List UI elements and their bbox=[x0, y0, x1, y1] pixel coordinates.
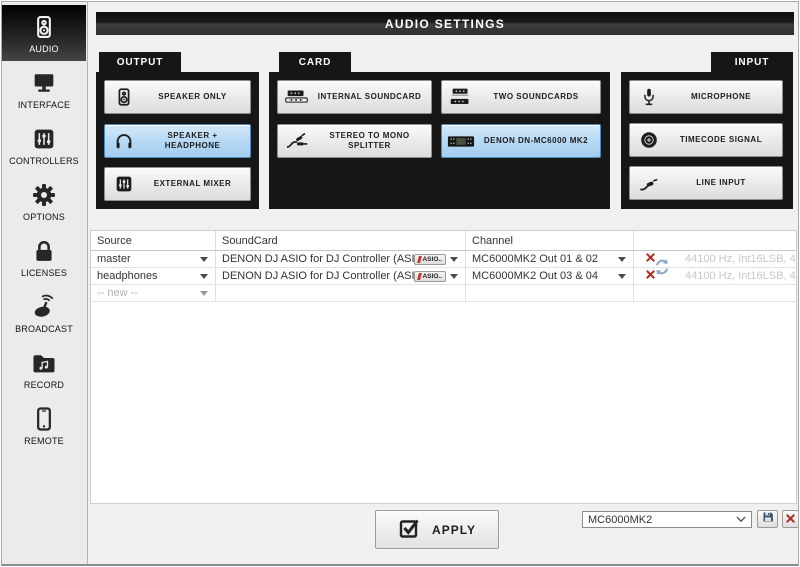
monitor-icon bbox=[30, 69, 58, 97]
audio-settings-window: AUDIO INTERFACE CONTROLLERS OPTIONS LICE bbox=[1, 1, 799, 566]
two-soundcards-button[interactable]: TWO SOUNDCARDS bbox=[441, 80, 601, 114]
soundcard-select[interactable]: DENON DJ ASIO for DJ Controller (ASIO) A… bbox=[216, 251, 466, 267]
save-preset-button[interactable] bbox=[757, 510, 778, 528]
sidebar-item-audio[interactable]: AUDIO bbox=[2, 5, 86, 61]
vinyl-icon bbox=[630, 129, 668, 151]
sidebar-item-label: CONTROLLERS bbox=[9, 156, 79, 166]
sidebar-item-licenses[interactable]: LICENSES bbox=[2, 229, 86, 285]
microphone-icon bbox=[630, 86, 668, 108]
chevron-down-icon bbox=[200, 291, 208, 296]
soundcard-icon bbox=[278, 87, 316, 107]
sidebar-item-label: OPTIONS bbox=[23, 212, 65, 222]
card-section-label: CARD bbox=[279, 52, 351, 72]
sidebar-item-broadcast[interactable]: BROADCAST bbox=[2, 285, 86, 341]
sidebar-item-label: AUDIO bbox=[29, 44, 59, 54]
lock-icon bbox=[30, 237, 58, 265]
column-header-soundcard: SoundCard bbox=[216, 231, 466, 250]
sidebar-item-label: INTERFACE bbox=[18, 100, 70, 110]
table-row: master DENON DJ ASIO for DJ Controller (… bbox=[91, 251, 796, 268]
column-header-channel: Channel bbox=[466, 231, 634, 250]
internal-soundcard-button[interactable]: INTERNAL SOUNDCARD bbox=[277, 80, 432, 114]
speaker-only-button[interactable]: SPEAKER ONLY bbox=[104, 80, 251, 114]
preset-select[interactable]: MC6000MK2 bbox=[582, 511, 752, 528]
dj-controller-icon bbox=[442, 131, 480, 151]
apply-button[interactable]: APPLY bbox=[375, 510, 499, 549]
source-select[interactable]: master bbox=[91, 251, 216, 267]
sidebar-item-interface[interactable]: INTERFACE bbox=[2, 61, 86, 117]
delete-x-icon bbox=[786, 510, 795, 528]
table-row: headphones DENON DJ ASIO for DJ Controll… bbox=[91, 268, 796, 285]
speaker-headphone-button[interactable]: SPEAKER + HEADPHONE bbox=[104, 124, 251, 158]
source-select[interactable]: headphones bbox=[91, 268, 216, 284]
chevron-down-icon bbox=[450, 257, 458, 262]
denon-controller-button[interactable]: DENON DN-MC6000 MK2 bbox=[441, 124, 601, 158]
sidebar-item-label: REMOTE bbox=[24, 436, 64, 446]
phone-icon bbox=[30, 405, 58, 433]
stream-format-info: 44100 Hz, Int16LSB, 4 cha bbox=[685, 270, 796, 282]
two-soundcards-icon bbox=[442, 86, 480, 108]
chevron-down-icon bbox=[200, 274, 208, 279]
table-row: -- new -- bbox=[91, 285, 796, 302]
column-header-source: Source bbox=[91, 231, 216, 250]
sidebar-item-label: RECORD bbox=[24, 380, 64, 390]
table-header-row: Source SoundCard Channel bbox=[91, 231, 796, 251]
input-section-label: INPUT bbox=[711, 52, 793, 72]
channel-select[interactable]: MC6000MK2 Out 01 & 02 bbox=[466, 251, 634, 267]
save-icon bbox=[762, 510, 774, 528]
external-mixer-button[interactable]: EXTERNAL MIXER bbox=[104, 167, 251, 201]
refresh-icon[interactable] bbox=[653, 258, 671, 281]
sidebar: AUDIO INTERFACE CONTROLLERS OPTIONS LICE bbox=[2, 2, 88, 564]
chevron-down-icon bbox=[618, 257, 626, 262]
line-cable-icon bbox=[630, 172, 668, 194]
chevron-down-icon bbox=[450, 274, 458, 279]
speaker-icon bbox=[105, 86, 143, 108]
headphone-icon bbox=[105, 130, 143, 152]
microphone-button[interactable]: MICROPHONE bbox=[629, 80, 783, 114]
delete-preset-button[interactable] bbox=[782, 510, 799, 528]
checkbox-check-icon bbox=[398, 516, 422, 543]
sidebar-item-controllers[interactable]: CONTROLLERS bbox=[2, 117, 86, 173]
sliders-icon bbox=[30, 125, 58, 153]
channel-select[interactable]: MC6000MK2 Out 03 & 04 bbox=[466, 268, 634, 284]
page-title: AUDIO SETTINGS bbox=[96, 12, 794, 35]
chevron-down-icon bbox=[736, 514, 746, 526]
folder-music-icon bbox=[30, 349, 58, 377]
preset-value: MC6000MK2 bbox=[588, 514, 736, 526]
stereo-mono-splitter-button[interactable]: STEREO TO MONO SPLITTER bbox=[277, 124, 432, 158]
line-input-button[interactable]: LINE INPUT bbox=[629, 166, 783, 200]
sidebar-item-options[interactable]: OPTIONS bbox=[2, 173, 86, 229]
sidebar-item-remote[interactable]: REMOTE bbox=[2, 397, 86, 453]
sidebar-item-label: LICENSES bbox=[21, 268, 67, 278]
speaker-icon bbox=[30, 13, 58, 41]
chevron-down-icon bbox=[200, 257, 208, 262]
gear-icon bbox=[30, 181, 58, 209]
asio-logo-mark bbox=[417, 256, 422, 263]
routing-table: Source SoundCard Channel master DENON DJ… bbox=[90, 230, 797, 504]
sidebar-item-record[interactable]: RECORD bbox=[2, 341, 86, 397]
broadcast-icon bbox=[30, 293, 58, 321]
timecode-signal-button[interactable]: TIMECODE SIGNAL bbox=[629, 123, 783, 157]
sidebar-item-label: BROADCAST bbox=[15, 324, 73, 334]
output-section-label: OUTPUT bbox=[99, 52, 181, 72]
asio-logo-mark bbox=[417, 273, 422, 280]
column-header-actions bbox=[634, 231, 796, 250]
chevron-down-icon bbox=[618, 274, 626, 279]
asio-config-button[interactable]: ASIO.. bbox=[414, 254, 446, 265]
source-select-new[interactable]: -- new -- bbox=[91, 285, 216, 301]
splitter-cable-icon bbox=[278, 129, 316, 153]
soundcard-select[interactable]: DENON DJ ASIO for DJ Controller (ASIO) A… bbox=[216, 268, 466, 284]
asio-config-button[interactable]: ASIO.. bbox=[414, 271, 446, 282]
mixer-icon bbox=[105, 173, 143, 195]
stream-format-info: 44100 Hz, Int16LSB, 4 cha bbox=[685, 253, 796, 265]
